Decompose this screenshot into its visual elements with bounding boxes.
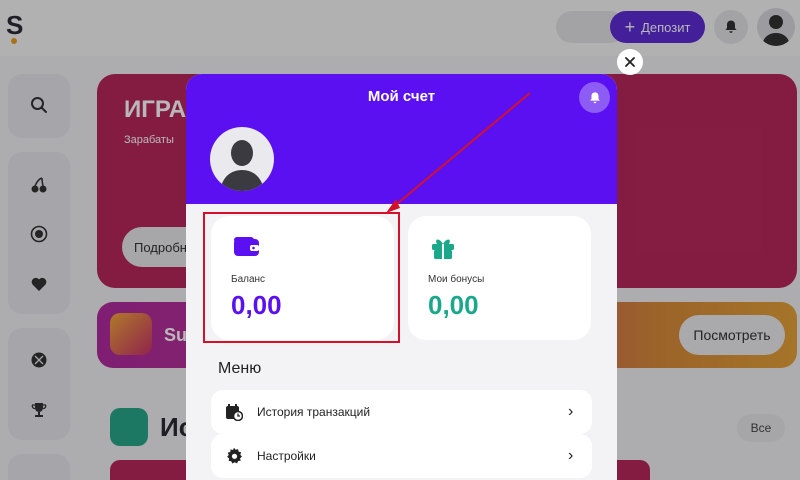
bonus-label: Мои бонусы: [428, 274, 485, 285]
menu-item-label: История транзакций: [257, 405, 371, 419]
menu-item-settings[interactable]: Настройки ›: [211, 434, 592, 478]
close-modal-button[interactable]: [617, 49, 643, 75]
bonus-value: 0,00: [428, 290, 479, 320]
gift-icon: [430, 236, 456, 265]
menu-item-label: Настройки: [257, 449, 316, 463]
calendar-clock-icon: [211, 403, 257, 421]
bonus-card[interactable]: Мои бонусы 0,00: [408, 216, 591, 340]
menu-item-transaction-history[interactable]: История транзакций ›: [211, 390, 592, 434]
highlight-rectangle: [203, 212, 400, 343]
profile-avatar[interactable]: [210, 127, 274, 191]
chevron-right-icon: ›: [568, 447, 574, 464]
modal-header: Мой счет: [186, 74, 617, 204]
gear-icon: [211, 447, 257, 465]
menu-heading: Меню: [218, 360, 262, 377]
modal-notifications-button[interactable]: [579, 82, 610, 113]
modal-title: Мой счет: [367, 88, 436, 105]
close-icon: [625, 57, 635, 67]
user-silhouette-icon: [220, 140, 264, 191]
chevron-right-icon: ›: [568, 403, 574, 420]
bell-icon: [589, 91, 600, 103]
